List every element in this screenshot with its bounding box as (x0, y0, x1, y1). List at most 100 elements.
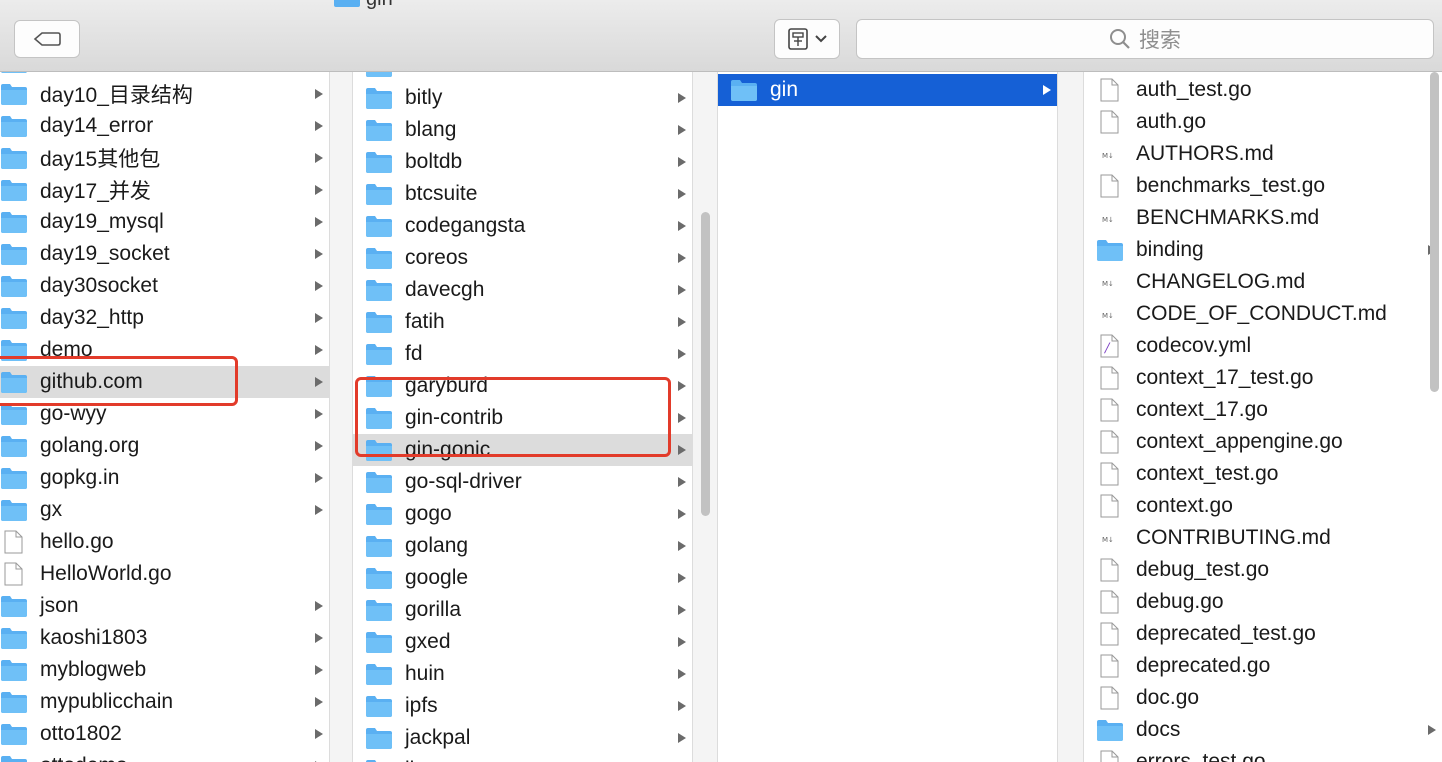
file-row[interactable]: hello.go (0, 526, 329, 558)
row-icon (1096, 654, 1124, 678)
folder-row[interactable]: gin-gonic (353, 434, 692, 466)
folder-row[interactable]: garyburd (353, 370, 692, 402)
folder-row[interactable]: gogo (353, 498, 692, 530)
row-label: gx (40, 498, 63, 521)
folder-row[interactable]: gin-contrib (353, 402, 692, 434)
folder-row[interactable]: gin (718, 74, 1057, 106)
file-row[interactable]: HelloWorld.go (0, 558, 329, 590)
folder-row[interactable]: boltdb (353, 146, 692, 178)
column-4-scrollbar[interactable] (1430, 72, 1439, 392)
folder-row[interactable]: btcsuite (353, 178, 692, 210)
file-row[interactable]: / codecov.yml (1084, 330, 1442, 362)
folder-row[interactable]: day14_error (0, 110, 329, 142)
folder-row[interactable]: google (353, 562, 692, 594)
folder-row[interactable]: day17_并发 (0, 174, 329, 206)
folder-row[interactable]: coreos (353, 242, 692, 274)
folder-row[interactable]: docs (1084, 714, 1442, 746)
file-row[interactable]: M↓ CODE_OF_CONDUCT.md (1084, 298, 1442, 330)
row-icon (1096, 494, 1124, 518)
file-row[interactable]: doc.go (1084, 682, 1442, 714)
folder-icon (366, 440, 392, 461)
folder-row[interactable]: json (0, 590, 329, 622)
row-label: auth.go (1136, 110, 1207, 133)
folder-icon (366, 664, 392, 685)
file-row[interactable]: context.go (1084, 490, 1442, 522)
folder-icon (1, 116, 27, 137)
folder-row[interactable]: fatih (353, 306, 692, 338)
file-row[interactable]: benchmarks_test.go (1084, 170, 1442, 202)
row-icon (365, 246, 393, 270)
folder-row[interactable]: jackpal (353, 722, 692, 754)
row-label: gorilla (405, 598, 462, 621)
folder-row[interactable]: day30socket (0, 270, 329, 302)
search-placeholder: 搜索 (1139, 29, 1181, 52)
folder-row[interactable]: ottodemo (0, 750, 329, 762)
folder-row[interactable]: davecgh (353, 274, 692, 306)
folder-icon (1, 468, 27, 489)
search-input[interactable]: 搜索 (856, 19, 1434, 59)
folder-row[interactable]: bitly (353, 82, 692, 114)
folder-icon (366, 760, 377, 762)
column-4[interactable]: auth_test.go auth.go M↓ AUTHORS.md benchmark… (1084, 72, 1442, 762)
file-row[interactable]: M↓ CHANGELOG.md (1084, 266, 1442, 298)
back-button[interactable] (14, 20, 80, 58)
file-row[interactable]: deprecated_test.go (1084, 618, 1442, 650)
folder-row[interactable]: demo (0, 334, 329, 366)
folder-row[interactable]: gx (0, 494, 329, 526)
folder-row[interactable]: gorilla (353, 594, 692, 626)
folder-row[interactable]: day10_目录结构 (0, 78, 329, 110)
file-row[interactable]: auth_test.go (1084, 74, 1442, 106)
folder-row[interactable]: day19_mysql (0, 206, 329, 238)
folder-row[interactable]: jbenet (353, 754, 692, 762)
folder-row[interactable]: day32_http (0, 302, 329, 334)
folder-row[interactable]: mypublicchain (0, 686, 329, 718)
file-row[interactable]: debug.go (1084, 586, 1442, 618)
folder-row[interactable]: binding (1084, 234, 1442, 266)
row-label: go-sql-driver (405, 470, 522, 493)
folder-icon (366, 472, 392, 493)
file-row[interactable]: auth.go (1084, 106, 1442, 138)
folder-row[interactable]: gxed (353, 626, 692, 658)
folder-row[interactable]: kaoshi1803 (0, 622, 329, 654)
folder-row[interactable]: go-sql-driver (353, 466, 692, 498)
folder-row[interactable]: gopkg.in (0, 462, 329, 494)
folder-row[interactable] (353, 72, 692, 82)
column-2[interactable]: bitly blang boltdb btcsuite codegangsta coreo… (353, 72, 693, 762)
column-3[interactable]: gin (718, 72, 1058, 762)
folder-row[interactable]: day19_socket (0, 238, 329, 270)
folder-row[interactable]: myblogweb (0, 654, 329, 686)
folder-row[interactable]: fd (353, 338, 692, 370)
file-row[interactable]: context_appengine.go (1084, 426, 1442, 458)
folder-row[interactable]: blang (353, 114, 692, 146)
folder-row[interactable]: day15其他包 (0, 142, 329, 174)
row-icon (365, 72, 393, 78)
folder-row[interactable]: github.com (0, 366, 329, 398)
folder-row[interactable]: ipfs (353, 690, 692, 722)
row-label: hello.go (40, 530, 114, 553)
file-row[interactable]: context_test.go (1084, 458, 1442, 490)
file-row[interactable]: M↓ AUTHORS.md (1084, 138, 1442, 170)
markdown-file-icon: M↓ (1102, 152, 1114, 160)
row-label: otto1802 (40, 722, 122, 745)
folder-row[interactable]: golang (353, 530, 692, 562)
file-row[interactable]: context_17.go (1084, 394, 1442, 426)
file-row[interactable]: M↓ CONTRIBUTING.md (1084, 522, 1442, 554)
column-1[interactable]: day10_目录结构 day14_error day15其他包 day17_并发 day… (0, 72, 330, 762)
file-row[interactable]: M↓ BENCHMARKS.md (1084, 202, 1442, 234)
file-row[interactable]: deprecated.go (1084, 650, 1442, 682)
folder-row[interactable]: codegangsta (353, 210, 692, 242)
file-row[interactable]: errors_test.go (1084, 746, 1442, 762)
folder-row[interactable]: otto1802 (0, 718, 329, 750)
folder-row[interactable]: huin (353, 658, 692, 690)
row-icon (1096, 462, 1124, 486)
column-2-scrollbar[interactable] (701, 212, 710, 516)
folder-icon (366, 376, 392, 397)
folder-row[interactable]: golang.org (0, 430, 329, 462)
row-label: codegangsta (405, 214, 526, 237)
folder-row[interactable]: go-wyy (0, 398, 329, 430)
view-options-button[interactable] (774, 19, 840, 59)
file-row[interactable]: context_17_test.go (1084, 362, 1442, 394)
file-row[interactable]: debug_test.go (1084, 554, 1442, 586)
folder-icon (366, 72, 392, 77)
row-icon (0, 658, 28, 682)
